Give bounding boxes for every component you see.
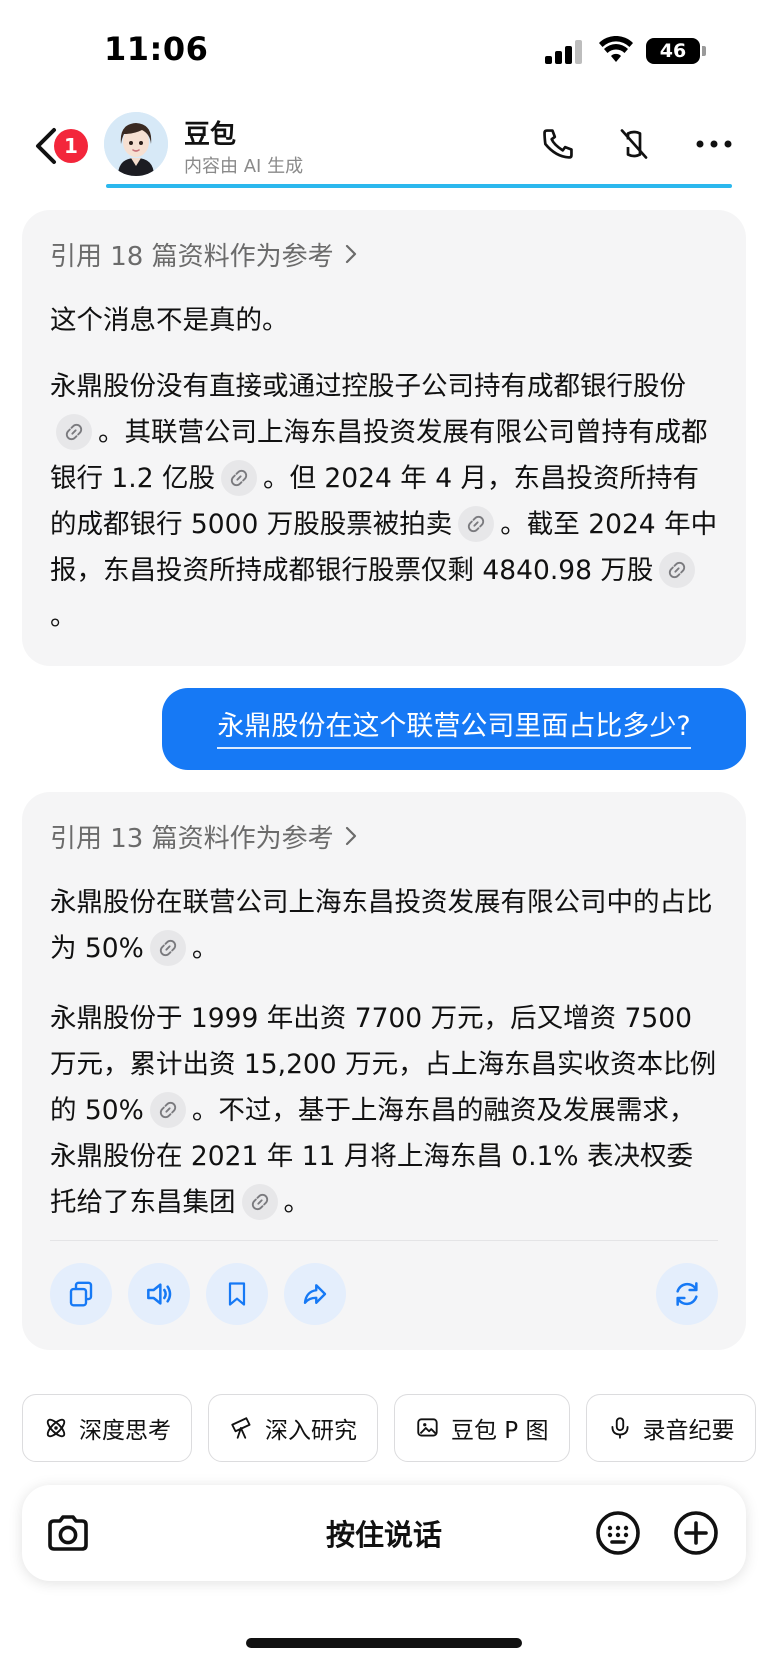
assistant-message: 引用 18 篇资料作为参考 这个消息不是真的。 永鼎股份没有直接或通过控股子公司… <box>22 210 746 666</box>
message-actions <box>50 1263 718 1325</box>
share-icon <box>303 1284 327 1304</box>
tool-label: 深入研究 <box>265 1418 357 1444</box>
image-edit-icon <box>417 1418 438 1437</box>
link-icon <box>159 1101 176 1118</box>
share-button[interactable] <box>284 1263 346 1325</box>
message-paragraph: 永鼎股份没有直接或通过控股子公司持有成都银行股份 。其联营公司上海东昌投资发展有限… <box>50 364 718 640</box>
battery-indicator: 46 <box>646 38 700 64</box>
source-link-chip[interactable] <box>241 1183 278 1220</box>
header-progress-line <box>106 184 732 188</box>
unread-badge: 1 <box>54 129 88 163</box>
message-paragraph: 这个消息不是真的。 <box>50 298 718 344</box>
phone-icon <box>543 129 573 159</box>
link-icon <box>159 939 176 956</box>
divider <box>50 1240 718 1241</box>
paragraph-text: 这个消息不是真的。 <box>50 305 289 336</box>
plus-icon[interactable] <box>672 1509 720 1557</box>
user-message: 永鼎股份在这个联营公司里面占比多少? <box>162 688 746 770</box>
regenerate-icon <box>676 1282 698 1306</box>
input-bar: 按住说话 <box>22 1485 746 1581</box>
chevron-right-icon <box>345 244 356 264</box>
more-options-button[interactable] <box>690 120 738 168</box>
paragraph-text: 永鼎股份在联营公司上海东昌投资发展有限公司中的占比为 50% <box>50 887 713 964</box>
message-paragraph: 永鼎股份于 1999 年出资 7700 万元，后又增资 7500 万元，累计出资… <box>50 996 718 1226</box>
paragraph-text: 永鼎股份没有直接或通过控股子公司持有成都银行股份 <box>50 371 686 402</box>
link-icon <box>251 1193 268 1210</box>
camera-icon[interactable] <box>44 1509 92 1557</box>
tool-label: 录音纪要 <box>642 1418 735 1444</box>
telescope-icon <box>231 1417 251 1439</box>
cellular-signal-icon <box>545 40 585 64</box>
references-label: 引用 18 篇资料作为参考 <box>50 241 334 272</box>
source-link-chip[interactable] <box>221 459 257 496</box>
chevron-right-icon <box>345 826 356 846</box>
ai-generated-label: 内容由 AI 生成 <box>184 156 304 177</box>
user-message-text[interactable]: 永鼎股份在这个联营公司里面占比多少? <box>217 709 691 749</box>
link-icon <box>468 515 485 532</box>
assistant-message: 引用 13 篇资料作为参考 永鼎股份在联营公司上海东昌投资发展有限公司中的占比为… <box>22 792 746 1350</box>
references-link[interactable]: 引用 18 篇资料作为参考 <box>50 234 718 274</box>
home-indicator <box>246 1638 522 1648</box>
atom-icon <box>46 1418 66 1438</box>
tool-label: 豆包 P 图 <box>451 1418 549 1444</box>
mute-button[interactable] <box>610 120 658 168</box>
more-icon <box>696 140 732 148</box>
tool-image-edit[interactable]: 豆包 P 图 <box>394 1394 570 1462</box>
chat-header: 1 豆包 内容由 AI 生成 <box>0 100 768 190</box>
references-link[interactable]: 引用 13 篇资料作为参考 <box>50 816 718 856</box>
hold-to-talk-button[interactable]: 按住说话 <box>222 1485 546 1581</box>
tool-recording-notes[interactable]: 录音纪要 <box>585 1394 756 1462</box>
paragraph-text: 。 <box>191 933 219 964</box>
paragraph-text: 。 <box>283 1187 311 1218</box>
references-label: 引用 13 篇资料作为参考 <box>50 823 334 854</box>
bot-name: 豆包 <box>184 120 237 150</box>
tool-deep-research[interactable]: 深入研究 <box>208 1394 378 1462</box>
copy-button[interactable] <box>50 1263 112 1325</box>
status-time: 11:06 <box>104 30 209 68</box>
link-icon <box>230 469 248 486</box>
bookmark-button[interactable] <box>206 1263 268 1325</box>
link-icon <box>65 423 83 440</box>
paragraph-text: 。不过，基于上海东昌的融资及发展需求，永鼎股份在 2021 年 11 月将上海东… <box>50 1095 696 1218</box>
mute-icon <box>620 129 648 159</box>
mic-icon <box>610 1417 629 1439</box>
keypad-icon[interactable] <box>594 1509 642 1557</box>
link-icon <box>669 561 686 578</box>
paragraph-text: 。 <box>50 601 77 632</box>
source-link-chip[interactable] <box>458 505 495 542</box>
message-paragraph: 永鼎股份在联营公司上海东昌投资发展有限公司中的占比为 50%。 <box>50 880 718 972</box>
speaker-icon <box>147 1283 172 1305</box>
status-bar: 11:06 46 <box>0 0 768 100</box>
wifi-icon <box>599 36 633 62</box>
bookmark-icon <box>228 1282 246 1306</box>
tool-label: 深度思考 <box>79 1418 171 1444</box>
source-link-chip[interactable] <box>56 413 92 450</box>
quick-tools-row: 深度思考 深入研究 豆包 P 图 录音纪要 <box>22 1394 768 1462</box>
source-link-chip[interactable] <box>149 1091 186 1128</box>
battery-cap <box>702 46 706 56</box>
phone-call-button[interactable] <box>534 120 582 168</box>
source-link-chip[interactable] <box>659 551 696 588</box>
regenerate-button[interactable] <box>656 1263 718 1325</box>
source-link-chip[interactable] <box>149 929 186 966</box>
tool-deep-thinking[interactable]: 深度思考 <box>22 1394 192 1462</box>
copy-icon <box>69 1281 93 1307</box>
avatar[interactable] <box>104 112 168 176</box>
read-aloud-button[interactable] <box>128 1263 190 1325</box>
